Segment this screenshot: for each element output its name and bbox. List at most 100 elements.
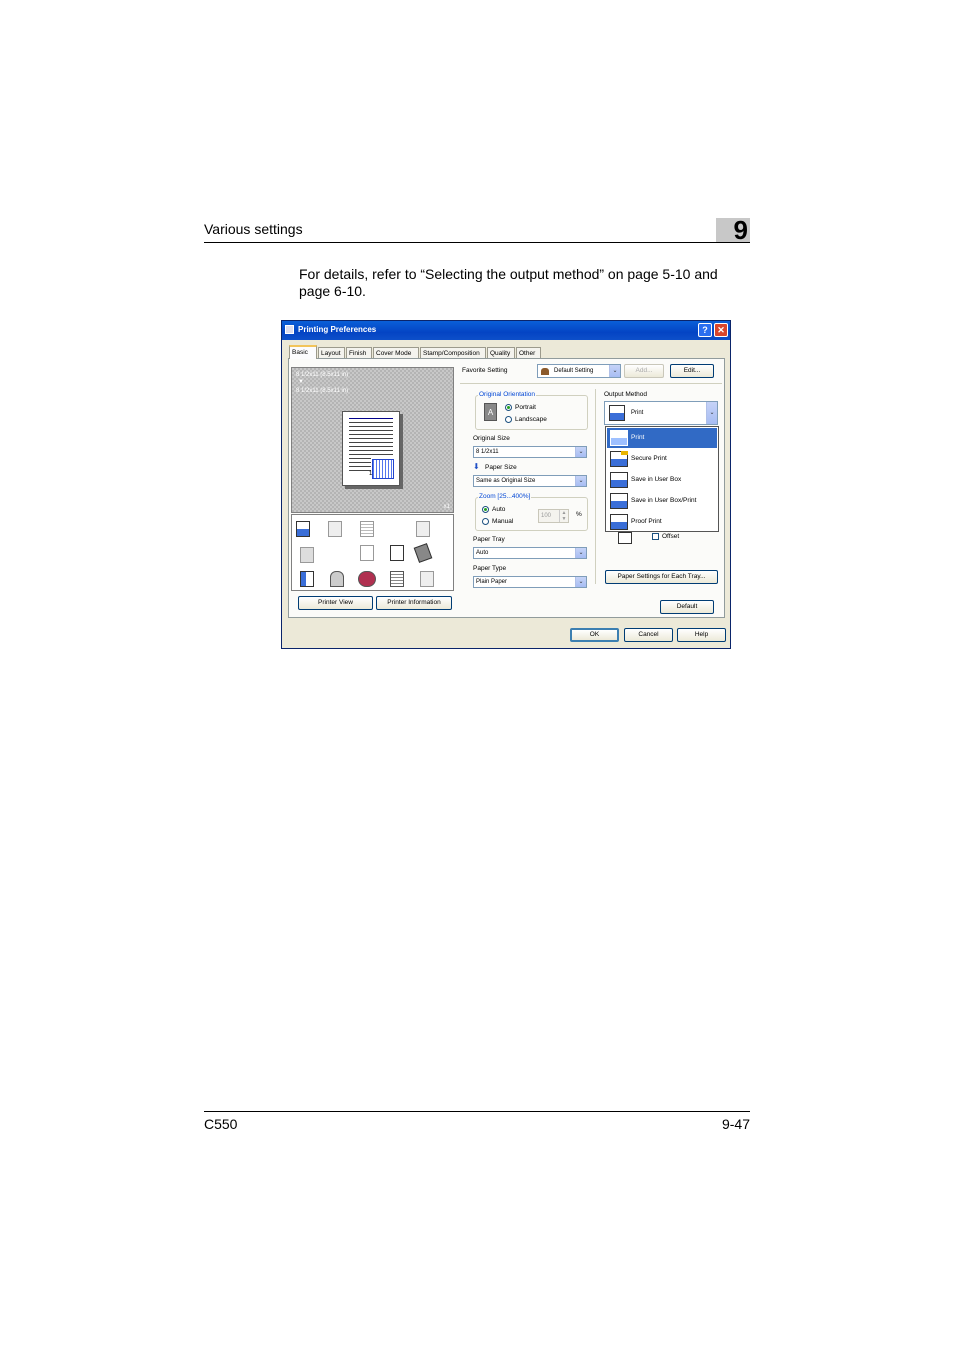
offset-label: Offset	[662, 533, 680, 540]
landscape-radio[interactable]	[505, 416, 512, 423]
down-arrow-icon: ▼	[298, 379, 304, 385]
portrait-radio[interactable]	[505, 404, 512, 411]
output-method-dropdown: Print Secure Print Save in User Box Save…	[605, 426, 719, 532]
print-output-icon[interactable]	[296, 521, 310, 537]
zoom-group	[475, 497, 588, 531]
favorite-setting-select[interactable]: Default Setting ⌄	[537, 364, 621, 378]
output-option-save-in-user-box-print[interactable]: Save in User Box/Print	[607, 491, 717, 511]
proof-print-icon	[610, 514, 628, 530]
favorite-setting-label: Favorite Setting	[462, 367, 508, 374]
paper-size-value: Same as Original Size	[476, 478, 536, 484]
offset-icon	[618, 532, 632, 544]
offset-checkbox[interactable]	[652, 533, 659, 540]
paper-tray-value: Auto	[476, 550, 489, 556]
collate-icon[interactable]	[328, 521, 342, 537]
default-button[interactable]: Default	[660, 600, 714, 614]
tab-other[interactable]: Other	[516, 347, 541, 358]
zoom-unit: %	[576, 511, 582, 518]
staple-icon[interactable]	[390, 545, 404, 561]
separator	[595, 389, 596, 584]
chevron-down-icon: ⌄	[609, 365, 620, 377]
print-icon	[609, 405, 625, 421]
tab-quality[interactable]: Quality	[487, 347, 515, 358]
tab-stamp-composition[interactable]: Stamp/Composition	[420, 347, 486, 358]
spinner-icon[interactable]: ▲ ▼	[559, 510, 568, 522]
edit-favorite-button[interactable]: Edit...	[670, 364, 714, 378]
user-box-print-icon	[610, 493, 628, 509]
paper-tray-select[interactable]: Auto ⌄	[473, 547, 587, 559]
orientation-icon[interactable]	[360, 545, 374, 561]
binding-icon[interactable]	[416, 521, 430, 537]
print-icon	[610, 430, 628, 446]
print-preview: 8 1/2x11 (8.5x11 in) ▼ 8 1/2x11 (8.5x11 …	[291, 367, 454, 513]
output-option-proof-print[interactable]: Proof Print	[607, 512, 717, 532]
help-title-button[interactable]: ?	[698, 323, 712, 337]
punch-icon[interactable]	[413, 543, 433, 563]
output-option-save-in-user-box[interactable]: Save in User Box	[607, 470, 717, 490]
down-arrow-icon: ⬇	[473, 462, 480, 471]
copies-count: x1	[443, 504, 450, 510]
output-option-print[interactable]: Print	[607, 428, 717, 448]
combination-icon[interactable]	[360, 521, 374, 537]
header-rule	[204, 242, 750, 243]
preview-page: 1	[342, 411, 400, 486]
duplex-icon[interactable]	[300, 547, 314, 563]
paper-size-select[interactable]: Same as Original Size ⌄	[473, 475, 587, 487]
footer-page-number: 9-47	[721, 1116, 750, 1132]
tab-layout[interactable]: Layout	[318, 347, 345, 358]
key-icon	[621, 451, 628, 455]
chevron-down-icon: ⌄	[575, 476, 586, 486]
printer-information-button[interactable]: Printer Information	[376, 596, 452, 610]
chevron-down-icon: ⌄	[575, 548, 586, 558]
title-bar: Printing Preferences ? ✕	[282, 321, 730, 340]
paper-size-caption: 8 1/2x11 (8.5x11 in)	[296, 388, 349, 394]
printing-preferences-dialog: Printing Preferences ? ✕ Basic Layout Fi…	[281, 320, 731, 649]
user-box-icon	[610, 472, 628, 488]
zoom-value-input[interactable]: 100 ▲ ▼	[538, 509, 569, 523]
original-size-label: Original Size	[473, 435, 510, 442]
original-size-select[interactable]: 8 1/2x11 ⌄	[473, 446, 587, 458]
paper-tray-label: Paper Tray	[473, 536, 505, 543]
zoom-value: 100	[541, 513, 552, 519]
paper-size-label: Paper Size	[485, 464, 517, 471]
tab-basic[interactable]: Basic	[289, 345, 317, 359]
zoom-auto-radio[interactable]	[482, 506, 489, 513]
add-favorite-button[interactable]: Add...	[624, 364, 664, 378]
help-button[interactable]: Help	[677, 628, 726, 642]
printer-view-button[interactable]: Printer View	[298, 596, 373, 610]
printer-icon	[285, 325, 294, 334]
section-title: Various settings	[204, 221, 303, 237]
landscape-label: Landscape	[515, 416, 547, 423]
chevron-down-icon: ⌄	[706, 402, 717, 424]
original-size-value: 8 1/2x11	[476, 449, 499, 455]
tab-finish[interactable]: Finish	[346, 347, 372, 358]
tab-cover-mode[interactable]: Cover Mode	[373, 347, 419, 358]
portrait-label: Portrait	[515, 404, 536, 411]
zoom-label: Zoom [25...400%]	[478, 493, 532, 500]
output-method-select[interactable]: Print ⌄	[604, 401, 718, 425]
fold-icon[interactable]	[390, 571, 404, 587]
paper-type-label: Paper Type	[473, 565, 507, 572]
function-icons-panel	[291, 514, 454, 591]
account-track-icon[interactable]	[358, 571, 376, 587]
paper-settings-button[interactable]: Paper Settings for Each Tray...	[605, 570, 718, 584]
cover-icon[interactable]	[300, 571, 314, 587]
watermark-icon[interactable]	[420, 571, 434, 587]
ok-button[interactable]: OK	[570, 628, 619, 642]
user-auth-icon[interactable]	[330, 571, 344, 587]
chapter-number: 9	[733, 215, 748, 245]
zoom-manual-radio[interactable]	[482, 518, 489, 525]
favorite-setting-value: Default Setting	[554, 368, 594, 374]
close-title-button[interactable]: ✕	[714, 323, 728, 337]
paper-type-value: Plain Paper	[476, 579, 508, 585]
cancel-button[interactable]: Cancel	[624, 628, 673, 642]
zoom-manual-label: Manual	[492, 518, 514, 525]
orientation-preview-icon: A	[484, 403, 497, 421]
original-size-caption: 8 1/2x11 (8.5x11 in)	[296, 372, 349, 378]
output-method-label: Output Method	[604, 391, 647, 398]
dialog-title: Printing Preferences	[298, 325, 377, 334]
output-method-value: Print	[631, 410, 644, 416]
chevron-down-icon: ⌄	[575, 577, 586, 587]
paper-type-select[interactable]: Plain Paper ⌄	[473, 576, 587, 588]
output-option-secure-print[interactable]: Secure Print	[607, 449, 717, 469]
